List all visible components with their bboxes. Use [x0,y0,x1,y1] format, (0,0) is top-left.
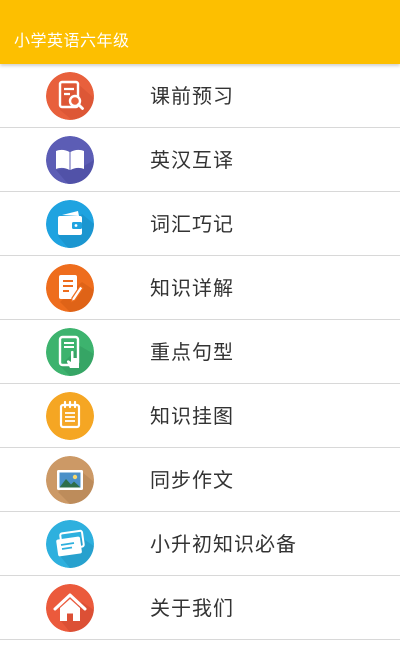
cards-icon [46,520,94,568]
wallet-icon [46,200,94,248]
menu-item-preview[interactable]: 课前预习 [0,64,400,128]
app-screen: 小学英语六年级 课前预习 英汉互译 词汇巧记 知识详解 重点句型 知识挂图 同步… [0,0,400,666]
document-search-icon [46,72,94,120]
notepad-icon [46,392,94,440]
menu-item-about[interactable]: 关于我们 [0,576,400,640]
menu-item-translate[interactable]: 英汉互译 [0,128,400,192]
menu-item-label: 知识详解 [150,276,234,300]
home-icon [46,584,94,632]
menu-item-composition[interactable]: 同步作文 [0,448,400,512]
menu-item-exam-prep[interactable]: 小升初知识必备 [0,512,400,576]
menu-item-vocab[interactable]: 词汇巧记 [0,192,400,256]
menu-item-sentences[interactable]: 重点句型 [0,320,400,384]
app-bar: 小学英语六年级 [0,0,400,64]
menu-item-label: 同步作文 [150,468,234,492]
app-title: 小学英语六年级 [14,31,130,50]
menu-item-label: 词汇巧记 [150,212,234,236]
menu-item-label: 重点句型 [150,340,234,364]
menu-item-charts[interactable]: 知识挂图 [0,384,400,448]
picture-icon [46,456,94,504]
menu-item-label: 关于我们 [150,596,234,620]
menu-item-label: 知识挂图 [150,404,234,428]
menu-item-label: 小升初知识必备 [150,532,297,556]
menu-item-label: 英汉互译 [150,148,234,172]
menu-item-explain[interactable]: 知识详解 [0,256,400,320]
note-pencil-icon [46,264,94,312]
book-icon [46,136,94,184]
menu-item-label: 课前预习 [150,84,234,108]
tablet-touch-icon [46,328,94,376]
menu-list: 课前预习 英汉互译 词汇巧记 知识详解 重点句型 知识挂图 同步作文 小升初知识… [0,64,400,640]
